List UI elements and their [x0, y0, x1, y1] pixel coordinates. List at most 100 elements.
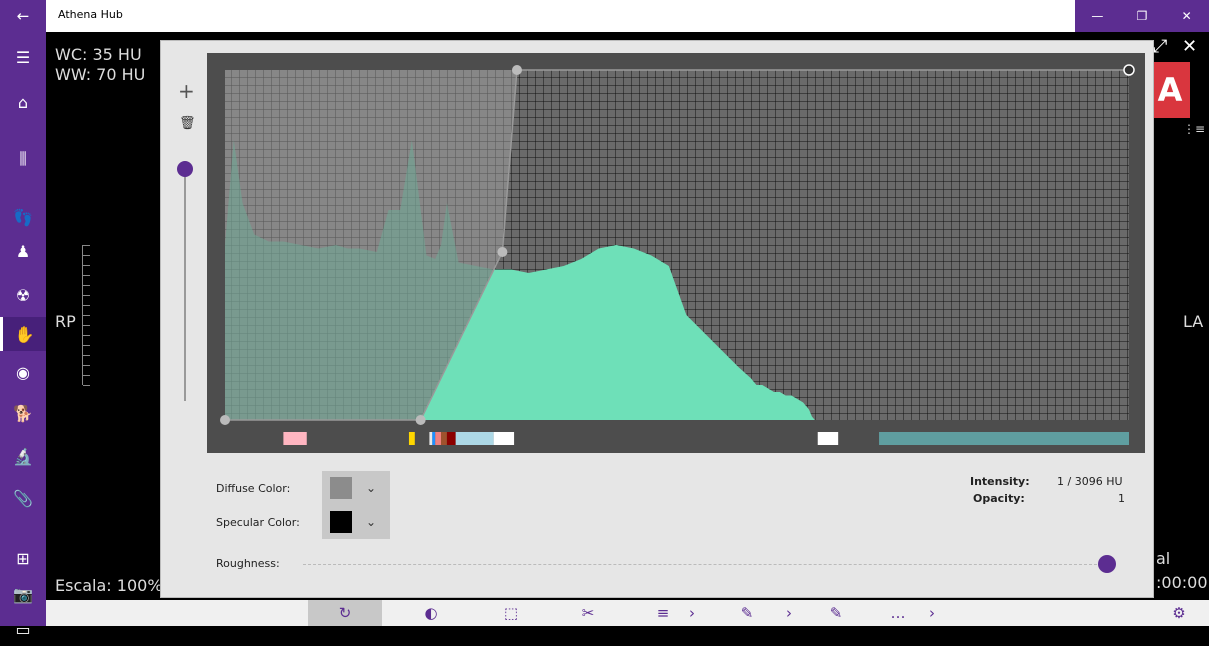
ruler-tick	[83, 265, 90, 266]
more-icon: ▭	[15, 619, 31, 639]
menu-nav-item[interactable]: ☰	[0, 40, 46, 74]
pencil-icon[interactable]: ✎	[816, 600, 856, 626]
chevron-right-icon[interactable]: ›	[682, 600, 702, 626]
contrast-icon[interactable]: ◐	[403, 600, 459, 626]
chevron-right-icon[interactable]: ›	[922, 600, 942, 626]
library-nav-item[interactable]: ⫼	[0, 142, 46, 176]
roughness-slider-track[interactable]	[303, 564, 1107, 565]
ruler-tick	[83, 375, 90, 376]
color-stop	[432, 432, 436, 445]
time-readout: :00:00	[1156, 573, 1208, 592]
zoom-slider-track[interactable]	[184, 161, 186, 401]
radiation-icon: ☢	[15, 285, 31, 305]
control-point[interactable]	[415, 415, 426, 425]
chevron-down-icon: ⌄	[366, 481, 377, 495]
color-stop	[493, 432, 515, 445]
cut-icon[interactable]: ✂	[568, 600, 608, 626]
back-button[interactable]: ←	[0, 0, 46, 32]
color-stop	[435, 432, 442, 445]
ruler-tick	[83, 245, 90, 246]
dialog-close-icon[interactable]: ✕	[1182, 36, 1197, 57]
diffuse-color-picker[interactable]: ⌄	[322, 471, 390, 505]
zoom-slider-thumb[interactable]	[177, 161, 193, 177]
ruler-tick	[83, 275, 90, 276]
specular-color-swatch	[330, 511, 352, 533]
restore-button[interactable]: ❐	[1120, 0, 1165, 32]
roughness-slider-thumb[interactable]	[1098, 555, 1116, 573]
settings-icon[interactable]: ⚙	[1156, 600, 1202, 626]
library-icon: ⫼	[19, 149, 27, 168]
animal-icon: 🐕	[13, 403, 33, 423]
ruler-tick	[83, 315, 90, 316]
chevron-down-icon: ⌄	[366, 515, 377, 529]
scale-ruler	[82, 245, 93, 386]
delete-point-button[interactable]: 🗑	[179, 116, 196, 131]
more-nav-item[interactable]: ▭	[0, 612, 46, 646]
intensity-label: Intensity:	[970, 475, 1030, 488]
ruler-tick	[83, 325, 90, 326]
control-point[interactable]	[220, 415, 230, 425]
minimize-button[interactable]: —	[1075, 0, 1120, 32]
close-button[interactable]: ✕	[1164, 0, 1209, 32]
radiation-nav-item[interactable]: ☢	[0, 278, 46, 312]
ruler-tick	[83, 335, 90, 336]
rotate-icon[interactable]: ↻	[308, 600, 382, 626]
specular-color-picker[interactable]: ⌄	[322, 505, 390, 539]
back-icon: ←	[16, 7, 30, 25]
add-point-button[interactable]: +	[178, 79, 195, 103]
intensity-value: 1 / 3096 HU	[1057, 475, 1123, 488]
cube-icon[interactable]: ⬚	[491, 600, 531, 626]
color-stop	[441, 432, 447, 445]
hand-icon: ✋	[14, 324, 35, 344]
bottom-toolbar: ↻ ◐ ⬚ ✂ ≡ › ✎ › ✎… › ⚙	[46, 600, 1209, 626]
list-icon[interactable]: ≡	[643, 600, 683, 626]
window-controls: — ❐ ✕	[1075, 0, 1209, 32]
chevron-right-icon[interactable]: ›	[779, 600, 799, 626]
ruler-tick	[83, 285, 90, 286]
title-bar: ← Athena Hub — ❐ ✕	[0, 0, 1209, 32]
ruler-tick	[83, 365, 90, 366]
feet-nav-item[interactable]: 👣	[0, 200, 46, 234]
color-stop	[408, 432, 415, 445]
home-nav-item[interactable]: ⌂	[0, 85, 46, 119]
transfer-function-chart[interactable]	[207, 53, 1145, 453]
home-icon: ⌂	[17, 92, 29, 112]
orientation-cube[interactable]: A	[1150, 62, 1190, 118]
app-title: Athena Hub	[58, 8, 123, 21]
ruler-tick	[83, 305, 90, 306]
attachment-nav-item[interactable]: 📎	[0, 481, 46, 515]
color-stop	[446, 432, 456, 445]
control-point[interactable]	[497, 247, 508, 257]
color-stop	[429, 432, 433, 445]
ruler-tick	[83, 385, 90, 386]
color-stop	[283, 432, 307, 445]
camera-icon: 📷	[13, 584, 33, 604]
orientation-left-label: RP	[55, 312, 76, 331]
attachment-icon: 📎	[13, 488, 33, 508]
microscope-nav-item[interactable]: 🔬	[0, 439, 46, 473]
windows-nav-item[interactable]: ⊞	[0, 541, 46, 575]
chart-svg[interactable]	[207, 53, 1145, 453]
camera-nav-item[interactable]: 📷	[0, 577, 46, 611]
brain-icon: ◉	[16, 362, 30, 382]
animal-nav-item[interactable]: 🐕	[0, 396, 46, 430]
color-stop	[455, 432, 494, 445]
ruler-icon[interactable]: ✎	[727, 600, 767, 626]
control-point[interactable]	[1123, 64, 1135, 76]
color-stop	[879, 432, 1129, 445]
sidebar: ☰ ⌂ ⫼ 👣 ♟ ☢ ✋ ◉ 🐕 🔬 📎 ⊞ 📷 ▭	[0, 32, 46, 639]
body-nav-item[interactable]: ♟	[0, 234, 46, 268]
transfer-function-dialog: + 🗑 Diffuse Color: ⌄ Specular Color: ⌄ R…	[161, 41, 1153, 597]
specular-color-label: Specular Color:	[216, 516, 300, 529]
brain-nav-item[interactable]: ◉	[0, 355, 46, 389]
menu-list-icon[interactable]: ⋮≡	[1183, 122, 1205, 136]
menu-icon: ☰	[15, 47, 31, 67]
diffuse-color-swatch	[330, 477, 352, 499]
window-center-readout: WC: 35 HU	[55, 45, 142, 64]
hand-nav-item[interactable]: ✋	[0, 317, 46, 351]
ruler-tick	[83, 355, 90, 356]
more-icon[interactable]: …	[878, 600, 918, 626]
expand-icon[interactable]: ⤢	[1153, 36, 1167, 57]
control-point[interactable]	[511, 65, 522, 75]
ruler-tick	[83, 255, 90, 256]
